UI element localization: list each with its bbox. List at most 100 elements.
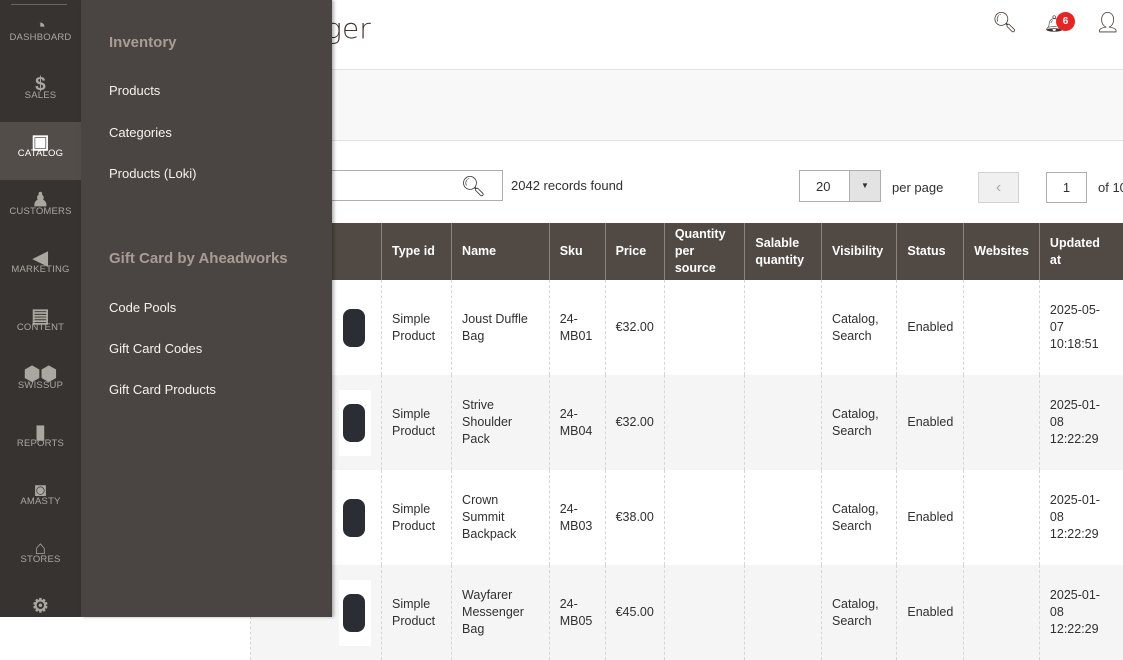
cell: [745, 470, 822, 565]
nav-label: CONTENT: [17, 322, 64, 333]
nav-label: STORES: [20, 554, 60, 565]
per-page-select[interactable]: 20 ▼: [799, 170, 881, 202]
nav-swissup[interactable]: ⬢⬢SWISSUP: [0, 354, 81, 412]
menu-gift-card-products[interactable]: Gift Card Products: [109, 382, 216, 397]
column-header[interactable]: Type id: [382, 223, 452, 280]
cell: 2025-01-08 12:22:29: [1039, 375, 1123, 470]
cell: Enabled: [897, 280, 964, 375]
swissup-icon: ⬢⬢: [0, 354, 81, 380]
column-header[interactable]: Updated at: [1039, 223, 1123, 280]
cell: [664, 470, 745, 565]
cell: 2025-05-07 10:18:51: [1039, 280, 1123, 375]
nav-customers[interactable]: ♟CUSTOMERS: [0, 180, 81, 238]
nav-label: DASHBOARD: [10, 32, 72, 43]
catalog-flyout-menu: Inventory Products Categories Products (…: [81, 0, 332, 617]
section-inventory: Inventory: [109, 34, 177, 51]
column-header[interactable]: Price: [605, 223, 664, 280]
column-header[interactable]: Quantity per source: [664, 223, 745, 280]
bar-chart-icon: ▮: [0, 412, 81, 438]
menu-categories[interactable]: Categories: [109, 125, 172, 140]
dashboard-icon: ◔: [0, 6, 81, 32]
table-row[interactable]: Simple ProductWayfarer Messenger Bag24-M…: [251, 565, 1123, 660]
column-header[interactable]: Sku: [549, 223, 605, 280]
per-page-value: 20: [816, 179, 830, 194]
nav-label: CATALOG: [18, 148, 63, 159]
nav-label: AMASTY: [20, 496, 60, 507]
cell: Strive Shoulder Pack: [452, 375, 550, 470]
cell: [664, 375, 745, 470]
cell: Catalog, Search: [821, 375, 896, 470]
column-header[interactable]: Visibility: [821, 223, 896, 280]
divider: [11, 4, 67, 5]
cell: 24-MB05: [549, 565, 605, 660]
per-page-label: per page: [892, 180, 943, 195]
cell: Catalog, Search: [821, 565, 896, 660]
nav-stores[interactable]: ⌂STORES: [0, 528, 81, 586]
cell: [745, 565, 822, 660]
amasty-icon: ◙: [0, 470, 81, 496]
table-row[interactable]: Simple ProductCrown Summit Backpack24-MB…: [251, 470, 1123, 565]
box-icon: ▣: [0, 122, 81, 148]
cell: Catalog, Search: [821, 470, 896, 565]
notification-badge: 6: [1056, 12, 1075, 31]
cell: 24-MB04: [549, 375, 605, 470]
user-icon[interactable]: 👤︎: [1095, 10, 1120, 35]
cell: Enabled: [897, 470, 964, 565]
cell: €45.00: [605, 565, 664, 660]
table-row[interactable]: Simple ProductJoust Duffle Bag24-MB01€32…: [251, 280, 1123, 375]
column-header[interactable]: Status: [897, 223, 964, 280]
cell: [745, 375, 822, 470]
cell: €38.00: [605, 470, 664, 565]
nav-catalog[interactable]: ▣CATALOG: [0, 122, 81, 180]
cell: 2025-01-08 12:22:29: [1039, 470, 1123, 565]
records-count: 2042 records found: [511, 178, 623, 193]
nav-content[interactable]: ▤CONTENT: [0, 296, 81, 354]
nav-reports[interactable]: ▮REPORTS: [0, 412, 81, 470]
nav-settings[interactable]: ⚙: [0, 586, 81, 644]
cell: Wayfarer Messenger Bag: [452, 565, 550, 660]
section-gift-card: Gift Card by Aheadworks: [109, 250, 288, 267]
cell: [664, 280, 745, 375]
chevron-down-icon[interactable]: ▼: [849, 171, 880, 201]
table-row[interactable]: Simple ProductStrive Shoulder Pack24-MB0…: [251, 375, 1123, 470]
cell: Simple Product: [382, 280, 452, 375]
menu-code-pools[interactable]: Code Pools: [109, 300, 176, 315]
cell: €32.00: [605, 375, 664, 470]
search-icon[interactable]: 🔍︎: [992, 10, 1017, 35]
menu-products-loki[interactable]: Products (Loki): [109, 166, 196, 181]
cell: €32.00: [605, 280, 664, 375]
menu-products[interactable]: Products: [109, 83, 160, 98]
cell: Simple Product: [382, 375, 452, 470]
column-header[interactable]: Name: [452, 223, 550, 280]
nav-sales[interactable]: $SALES: [0, 64, 81, 122]
cell: Enabled: [897, 565, 964, 660]
nav-amasty[interactable]: ◙AMASTY: [0, 470, 81, 528]
previous-page-button[interactable]: ‹: [978, 172, 1019, 203]
cell: Crown Summit Backpack: [452, 470, 550, 565]
dollar-icon: $: [0, 64, 81, 90]
cell: [964, 565, 1040, 660]
cell: Enabled: [897, 375, 964, 470]
cell: [964, 375, 1040, 470]
nav-label: REPORTS: [17, 438, 64, 449]
cell: [964, 470, 1040, 565]
cell: Simple Product: [382, 470, 452, 565]
total-pages: of 103: [1098, 180, 1123, 195]
nav-label: MARKETING: [11, 264, 69, 275]
cell: Joust Duffle Bag: [452, 280, 550, 375]
store-icon: ⌂: [0, 528, 81, 554]
person-icon: ♟: [0, 180, 81, 206]
nav-dashboard[interactable]: ◔DASHBOARD: [0, 6, 81, 64]
megaphone-icon: ◀: [0, 238, 81, 264]
cell: [745, 280, 822, 375]
nav-marketing[interactable]: ◀MARKETING: [0, 238, 81, 296]
cell: [964, 280, 1040, 375]
cell: 2025-01-08 12:22:29: [1039, 565, 1123, 660]
menu-gift-card-codes[interactable]: Gift Card Codes: [109, 341, 202, 356]
search-icon[interactable]: 🔍︎: [461, 174, 486, 199]
page-number-input[interactable]: 1: [1046, 172, 1087, 203]
cell: Simple Product: [382, 565, 452, 660]
column-header[interactable]: Websites: [964, 223, 1040, 280]
column-header[interactable]: Salable quantity: [745, 223, 822, 280]
nav-label: CUSTOMERS: [9, 206, 71, 217]
